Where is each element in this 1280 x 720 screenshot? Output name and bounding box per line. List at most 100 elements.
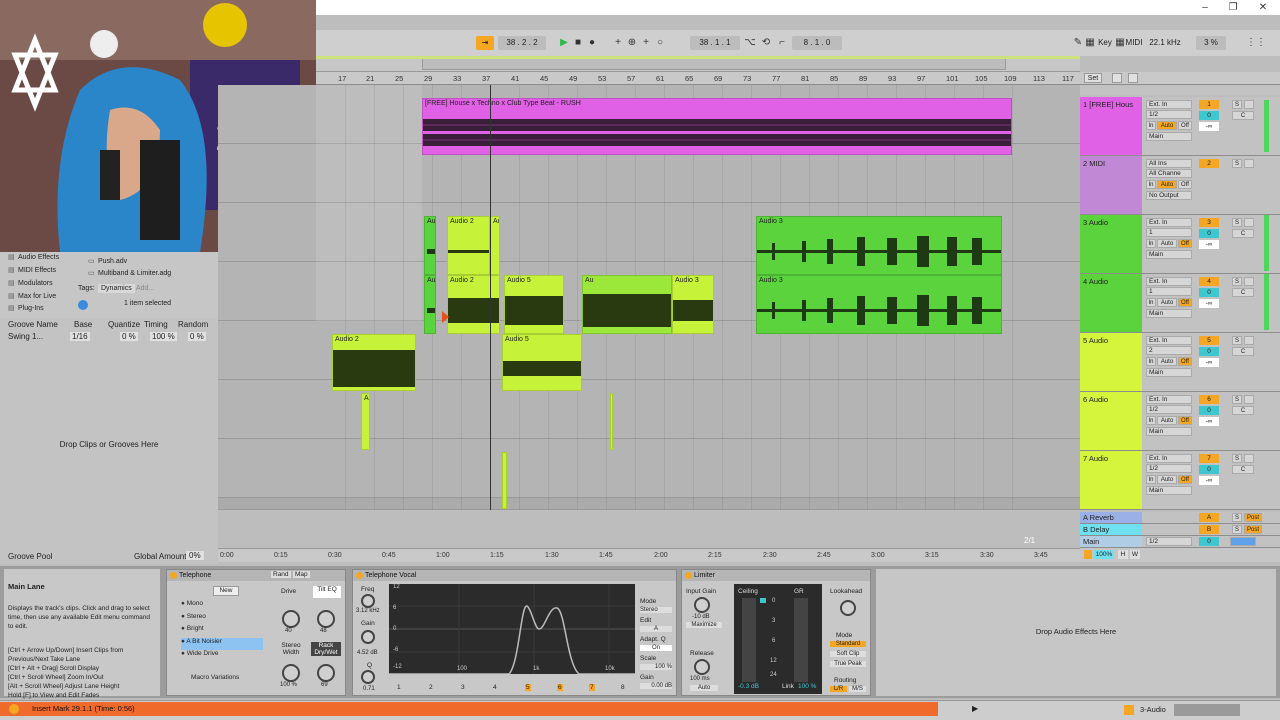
track-send[interactable]: -∞: [1199, 476, 1219, 485]
monitor-in[interactable]: In: [1146, 180, 1156, 189]
track-volume[interactable]: 0: [1199, 465, 1219, 474]
track-volume[interactable]: 0: [1199, 229, 1219, 238]
band-2[interactable]: 2: [429, 684, 433, 691]
monitor-auto[interactable]: Auto: [1157, 298, 1177, 307]
browser-item[interactable]: ▤ MIDI Effects: [8, 266, 56, 274]
stereo-width-knob[interactable]: [282, 664, 300, 682]
adapt-q-toggle[interactable]: On: [640, 645, 672, 651]
solo-button[interactable]: S: [1232, 525, 1242, 534]
device-title[interactable]: Limiter: [682, 570, 870, 581]
scale-value[interactable]: 100 %: [640, 664, 672, 670]
arm-button-icon[interactable]: [1244, 395, 1254, 404]
groove-drop-zone[interactable]: Drop Clips or Grooves Here: [0, 440, 218, 449]
tilt-eq-knob[interactable]: [317, 610, 335, 628]
track-name[interactable]: 4 Audio: [1080, 274, 1142, 332]
power-icon[interactable]: [356, 572, 363, 579]
groove-base[interactable]: 1/16: [70, 332, 90, 341]
track-number[interactable]: 1: [1199, 100, 1219, 109]
height-button[interactable]: H: [1118, 550, 1128, 559]
routing-lr[interactable]: L/R: [830, 686, 847, 692]
monitor-auto[interactable]: Auto: [1157, 475, 1177, 484]
new-variation-button[interactable]: New: [213, 586, 239, 596]
device-title[interactable]: Telephone Vocal: [353, 570, 676, 581]
input-type[interactable]: Ext. In: [1146, 395, 1192, 404]
arrangement-overview[interactable]: [316, 56, 1080, 72]
track-name[interactable]: 1 [FREE] Hous: [1080, 97, 1142, 155]
solo-button[interactable]: S: [1232, 454, 1242, 463]
restore-button[interactable]: ❐: [1218, 0, 1248, 15]
stop-icon[interactable]: ■: [572, 36, 584, 50]
track-number[interactable]: 7: [1199, 454, 1219, 463]
band-7[interactable]: 7: [589, 684, 595, 691]
audio-clip[interactable]: [502, 452, 507, 509]
solo-button[interactable]: S: [1232, 513, 1242, 522]
track-number[interactable]: 3: [1199, 218, 1219, 227]
arm-button-icon[interactable]: [1244, 159, 1254, 168]
release-knob[interactable]: [694, 659, 710, 675]
arm-button-icon[interactable]: [1244, 454, 1254, 463]
q-knob[interactable]: [361, 670, 375, 684]
input-type[interactable]: Ext. In: [1146, 336, 1192, 345]
audio-effects-drop-zone[interactable]: Drop Audio Effects Here: [876, 569, 1276, 696]
link-value[interactable]: 100 %: [798, 683, 816, 690]
output-type[interactable]: Main: [1146, 250, 1192, 259]
punch-icon[interactable]: +: [640, 36, 652, 50]
track-volume[interactable]: 0: [1199, 111, 1219, 120]
minimize-button[interactable]: –: [1190, 0, 1220, 15]
track-name[interactable]: Main: [1080, 536, 1142, 547]
track-header-2[interactable]: 2 MIDI All Ins All Channe In Auto Off No…: [1080, 156, 1280, 215]
track-pan[interactable]: C: [1232, 406, 1254, 415]
mode-true-peak[interactable]: True Peak: [830, 661, 866, 667]
auto-release-button[interactable]: Auto: [690, 685, 718, 691]
arm-button-icon[interactable]: [1244, 218, 1254, 227]
track-send[interactable]: -∞: [1199, 122, 1219, 131]
set-button[interactable]: Set: [1084, 73, 1102, 83]
variation-item[interactable]: ● Stereo: [181, 613, 263, 626]
return-track-b[interactable]: B Delay B S Post: [1080, 524, 1280, 536]
file-item[interactable]: ▭ Push.adv: [88, 257, 127, 265]
main-output[interactable]: 1/2: [1146, 537, 1192, 546]
overview-icon[interactable]: ⋮⋮: [1246, 36, 1266, 50]
output-type[interactable]: Main: [1146, 309, 1192, 318]
track-name[interactable]: 3 Audio: [1080, 215, 1142, 273]
loop-icon[interactable]: ⟲: [760, 36, 772, 50]
lookahead-knob[interactable]: [840, 600, 856, 616]
arm-button-icon[interactable]: [1244, 336, 1254, 345]
input-channel[interactable]: 1/2: [1146, 405, 1192, 414]
monitor-off[interactable]: Off: [1178, 357, 1192, 366]
pencil-icon[interactable]: ✎: [1072, 36, 1084, 50]
fold-icon[interactable]: [1084, 550, 1092, 559]
overdub-icon[interactable]: +: [612, 36, 624, 50]
monitor-off[interactable]: Off: [1178, 298, 1192, 307]
ceiling-handle-icon[interactable]: [760, 598, 766, 603]
audio-clip[interactable]: Au: [361, 393, 370, 450]
arm-button-icon[interactable]: [1244, 100, 1254, 109]
input-channel[interactable]: 2: [1146, 346, 1192, 355]
output-type[interactable]: Main: [1146, 368, 1192, 377]
input-channel[interactable]: All Channe: [1146, 169, 1192, 178]
track-volume[interactable]: 0: [1199, 347, 1219, 356]
punch-out-icon[interactable]: ⌐: [776, 36, 788, 50]
track-number[interactable]: 4: [1199, 277, 1219, 286]
track-name[interactable]: 5 Audio: [1080, 333, 1142, 391]
browser-item[interactable]: ▤ Audio Effects: [8, 253, 59, 261]
bar-ruler[interactable]: 17 21 25 29 33 37 41 45 49 53 57 61 65 6…: [316, 72, 1080, 85]
rand-button[interactable]: Rand: [271, 571, 291, 578]
solo-button[interactable]: S: [1232, 100, 1242, 109]
browser-item[interactable]: ▤ Modulators: [8, 279, 53, 287]
input-type[interactable]: Ext. In: [1146, 454, 1192, 463]
input-type[interactable]: Ext. In: [1146, 277, 1192, 286]
track-header-1[interactable]: 1 [FREE] Hous Ext. In 1/2 In Auto Off Ma…: [1080, 97, 1280, 156]
monitor-off[interactable]: Off: [1178, 121, 1192, 130]
audio-clip[interactable]: Au: [490, 216, 500, 275]
track-volume[interactable]: 0: [1199, 406, 1219, 415]
map-button[interactable]: Map: [293, 571, 310, 578]
variation-item[interactable]: ● Wide Drive: [181, 650, 263, 663]
power-icon[interactable]: [170, 572, 177, 579]
audio-clip[interactable]: Au: [582, 275, 672, 334]
input-type[interactable]: All Ins: [1146, 159, 1192, 168]
track-header-4[interactable]: 4 Audio Ext. In 1 In Auto Off Main 4 0 -…: [1080, 274, 1280, 333]
solo-button[interactable]: S: [1232, 336, 1242, 345]
rack-drywet-knob[interactable]: [317, 664, 335, 682]
automation-arm-icon[interactable]: ⊕: [626, 36, 638, 50]
